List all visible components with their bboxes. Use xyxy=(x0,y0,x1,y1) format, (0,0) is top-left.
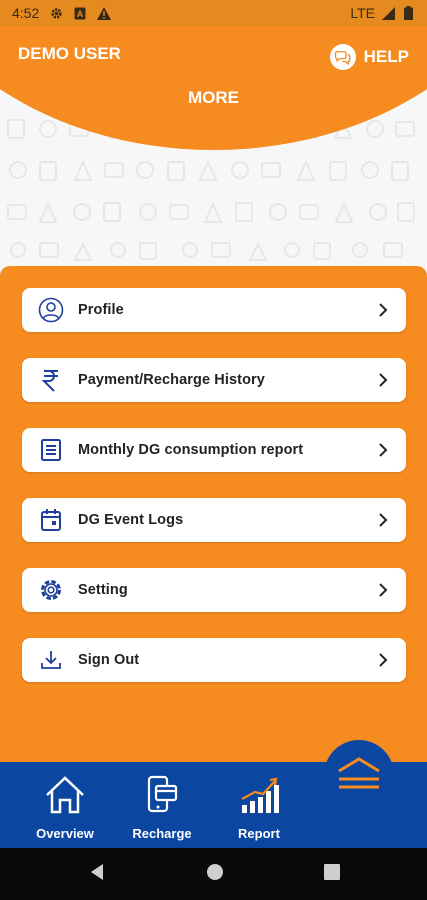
signal-icon xyxy=(381,6,395,20)
user-name: DEMO USER xyxy=(18,44,121,63)
back-icon[interactable] xyxy=(88,863,106,886)
menu-item-profile[interactable]: Profile xyxy=(22,288,406,332)
menu-item-dg-event-logs[interactable]: DG Event Logs xyxy=(22,498,406,542)
expand-up-icon xyxy=(336,753,382,798)
nav-item-overview[interactable]: Overview xyxy=(20,772,110,841)
nav-item-recharge[interactable]: Recharge xyxy=(117,772,207,841)
menu-item-label: Monthly DG consumption report xyxy=(78,442,304,458)
status-time: 4:52 xyxy=(12,5,40,21)
chevron-right-icon xyxy=(376,513,390,527)
chevron-right-icon xyxy=(376,443,390,457)
svg-text:A: A xyxy=(77,9,84,19)
network-type: LTE xyxy=(350,5,375,21)
chevron-right-icon xyxy=(376,653,390,667)
chevron-right-icon xyxy=(376,303,390,317)
nav-item-report[interactable]: Report xyxy=(214,772,304,841)
home-icon xyxy=(42,772,88,818)
calendar-icon xyxy=(38,507,64,533)
app-screen: 4:52 A LTE DEMO USER HELP MORE Profile P… xyxy=(0,0,427,900)
rupee-icon xyxy=(38,367,64,393)
home-button-icon[interactable] xyxy=(206,863,224,886)
chevron-right-icon xyxy=(376,583,390,597)
menu-item-sign-out[interactable]: Sign Out xyxy=(22,638,406,682)
gear-icon xyxy=(49,6,63,20)
menu-item-label: Profile xyxy=(78,302,124,318)
help-label: HELP xyxy=(363,47,409,66)
menu-item-label: Payment/Recharge History xyxy=(78,372,265,388)
gear-icon xyxy=(38,577,64,603)
help-chat-icon xyxy=(329,44,356,70)
status-bar: 4:52 A LTE xyxy=(0,0,427,26)
recents-icon[interactable] xyxy=(323,863,340,885)
menu-panel: Profile Payment/Recharge History Monthly… xyxy=(0,266,427,766)
nav-label: Overview xyxy=(36,826,94,841)
expand-menu-button[interactable] xyxy=(324,740,394,810)
menu-item-setting[interactable]: Setting xyxy=(22,568,406,612)
menu-item-monthly-report[interactable]: Monthly DG consumption report xyxy=(22,428,406,472)
menu-item-label: DG Event Logs xyxy=(78,512,184,528)
profile-icon xyxy=(38,297,64,323)
nav-label: Report xyxy=(238,826,280,841)
help-button[interactable]: HELP xyxy=(329,44,409,70)
battery-icon xyxy=(401,6,415,20)
chart-icon xyxy=(236,772,282,818)
warning-icon xyxy=(97,6,112,20)
report-icon xyxy=(38,437,64,463)
chevron-right-icon xyxy=(376,373,390,387)
menu-item-payment-history[interactable]: Payment/Recharge History xyxy=(22,358,406,402)
a-icon: A xyxy=(73,6,87,20)
menu-item-label: Sign Out xyxy=(78,652,140,668)
nav-label: Recharge xyxy=(132,826,192,841)
page-title: MORE xyxy=(188,88,239,107)
sign-out-icon xyxy=(38,647,64,673)
recharge-icon xyxy=(139,772,185,818)
system-navigation-bar xyxy=(0,848,427,900)
menu-item-label: Setting xyxy=(78,582,128,598)
